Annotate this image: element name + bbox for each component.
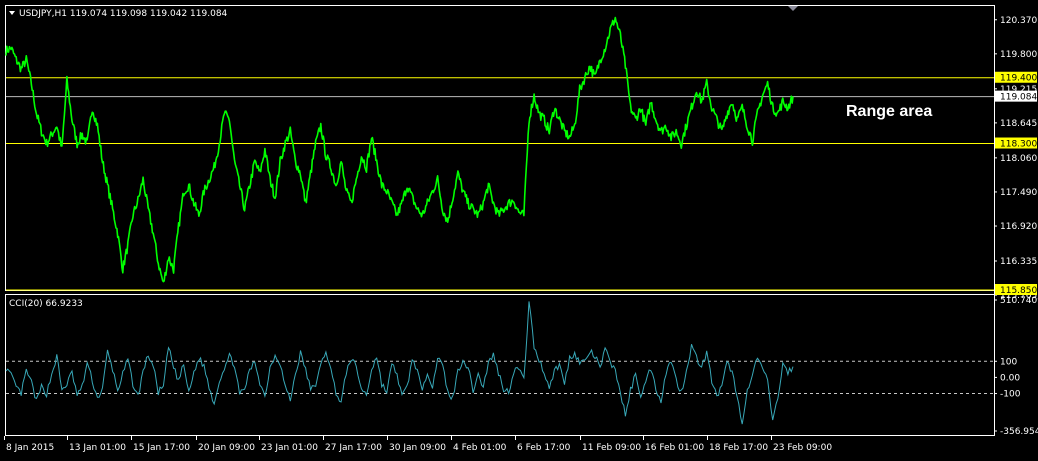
time-tick-label: 13 Jan 01:00 — [69, 443, 126, 453]
cci-tick-label: 100 — [1000, 357, 1017, 367]
time-tick-label: 15 Jan 17:00 — [133, 443, 190, 453]
cci-tick-label: 0.00 — [1000, 373, 1020, 383]
time-tick-label: 18 Feb 17:00 — [709, 443, 768, 453]
price-tick-label: 118.060 — [1000, 154, 1037, 164]
time-tick-label: 23 Jan 01:00 — [261, 443, 318, 453]
price-tick-label: 116.335 — [1000, 257, 1037, 267]
time-tick-label: 4 Feb 01:00 — [453, 443, 507, 453]
level-price-label: 115.850 — [1000, 286, 1037, 296]
cci-panel-frame — [5, 294, 995, 436]
price-tick-label: 118.645 — [1000, 119, 1037, 129]
time-tick-label: 23 Feb 09:00 — [773, 443, 832, 453]
price-series — [5, 16, 794, 283]
time-tick-label: 27 Jan 17:00 — [325, 443, 382, 453]
time-axis: 8 Jan 2015 13 Jan 01:00 15 Jan 17:00 20 Jan… — [4, 436, 832, 453]
time-tick-label: 8 Jan 2015 — [6, 443, 54, 453]
cci-tick-label: 510.7409 — [1000, 296, 1038, 306]
cci-series — [5, 301, 794, 425]
time-tick-label: 30 Jan 09:00 — [389, 443, 446, 453]
chart-canvas[interactable]: USDJPY,H1 119.074 119.098 119.042 119.08… — [0, 0, 1038, 457]
symbol-header: USDJPY,H1 119.074 119.098 119.042 119.08… — [19, 9, 228, 19]
price-tick-label: 120.370 — [1000, 16, 1037, 26]
current-price-label: 119.084 — [1000, 93, 1037, 103]
price-panel-frame — [5, 5, 995, 291]
chart-window[interactable]: USDJPY,H1 119.074 119.098 119.042 119.08… — [0, 0, 1038, 457]
time-tick-label: 6 Feb 17:00 — [517, 443, 571, 453]
cci-level-lines — [6, 360, 994, 395]
cci-tick-label: -356.9542 — [1000, 427, 1038, 437]
price-tick-label: 116.920 — [1000, 222, 1037, 232]
cci-line — [5, 301, 794, 425]
cci-axis: 510.7409 100 0.00 -100 -356.9542 — [994, 296, 1038, 437]
price-axis: 120.370119.800119.215118.645118.060117.4… — [994, 16, 1037, 301]
range-area-label[interactable]: Range area — [846, 103, 932, 120]
symbol-menu-icon[interactable] — [9, 11, 15, 15]
price-tick-label: 119.800 — [1000, 50, 1037, 60]
price-tick-label: 117.490 — [1000, 188, 1037, 198]
usdjpy-price-line — [5, 16, 794, 283]
level-price-label: 118.300 — [1000, 140, 1037, 150]
time-tick-label: 11 Feb 09:00 — [582, 443, 641, 453]
time-tick-label: 20 Jan 09:00 — [198, 443, 255, 453]
level-price-label: 119.400 — [1000, 74, 1037, 84]
cci-tick-label: -100 — [1000, 390, 1021, 400]
time-tick-label: 16 Feb 01:00 — [645, 443, 704, 453]
chart-shift-marker-icon[interactable] — [788, 6, 798, 11]
cci-header: CCI(20) 66.9233 — [9, 299, 83, 309]
